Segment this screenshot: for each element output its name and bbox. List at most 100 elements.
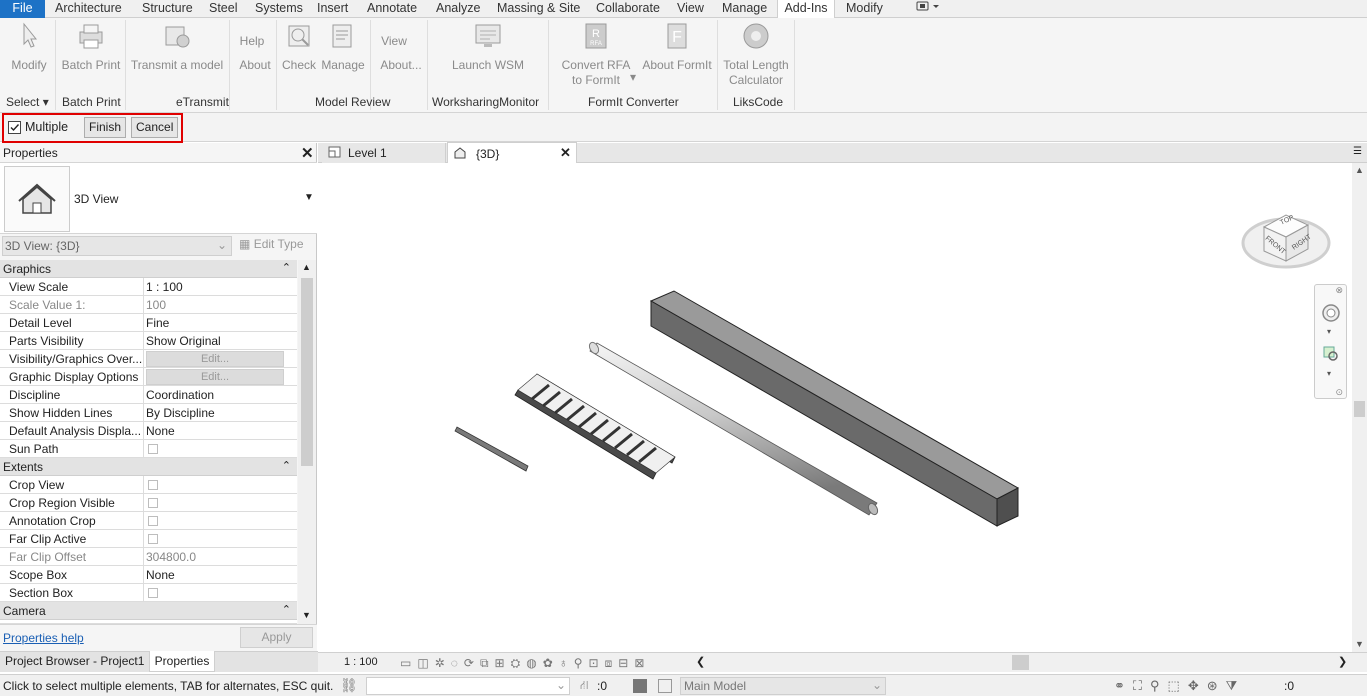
- properties-tab[interactable]: Properties: [149, 651, 215, 672]
- background-process-icon[interactable]: ⊛: [1207, 678, 1218, 694]
- menu-collaborate[interactable]: Collaborate: [592, 0, 664, 18]
- crop-region-checkbox[interactable]: [148, 498, 158, 508]
- prop-detail-level[interactable]: Detail Level Fine: [0, 314, 297, 332]
- section-box-checkbox[interactable]: [148, 588, 158, 598]
- reveal-constraints-icon[interactable]: ⊟: [618, 656, 628, 671]
- prop-sun-path[interactable]: Sun Path: [0, 440, 297, 458]
- select-by-face-icon[interactable]: ⬚: [1168, 678, 1180, 694]
- menu-analyze[interactable]: Analyze: [432, 0, 484, 18]
- instance-selector[interactable]: 3D View: {3D} ⌄: [2, 236, 232, 256]
- camera-category[interactable]: Camera ⌃: [0, 602, 297, 620]
- vscroll-thumb[interactable]: [1354, 401, 1365, 417]
- select-underlay-icon[interactable]: ⛶: [1133, 678, 1142, 694]
- steering-wheel-icon[interactable]: [1321, 303, 1341, 326]
- editable-only-icon[interactable]: ⛙: [580, 678, 588, 694]
- annotation-crop-checkbox[interactable]: [148, 516, 158, 526]
- menu-steel[interactable]: Steel: [205, 0, 242, 18]
- apply-button[interactable]: Apply: [240, 627, 313, 648]
- prop-crop-view[interactable]: Crop View: [0, 476, 297, 494]
- 3d-viewport[interactable]: TOP FRONT RIGHT ⊗ ▾ ▾ ⊙: [318, 163, 1352, 652]
- menu-manage[interactable]: Manage: [718, 0, 771, 18]
- workset-selector[interactable]: ⌄: [366, 677, 570, 695]
- select-pinned-icon[interactable]: ⚲: [1150, 678, 1160, 694]
- nav-options-icon[interactable]: ⊙: [1335, 387, 1343, 398]
- prop-discipline[interactable]: Discipline Coordination: [0, 386, 297, 404]
- analysis-display-icon[interactable]: ♁: [559, 656, 568, 671]
- temporary-hide-icon[interactable]: ◍: [526, 656, 536, 671]
- far-clip-checkbox[interactable]: [148, 534, 158, 544]
- type-dropdown-icon[interactable]: ▼: [304, 192, 314, 203]
- filter-icon[interactable]: ⧩: [1226, 678, 1238, 694]
- view-scale[interactable]: 1 : 100: [344, 656, 378, 668]
- prop-annotation-crop[interactable]: Annotation Crop: [0, 512, 297, 530]
- transmit-model-button[interactable]: Transmit a model: [128, 22, 226, 73]
- visual-style-icon[interactable]: ◫: [417, 656, 428, 671]
- crop-view-checkbox[interactable]: [148, 480, 158, 490]
- prop-graphic-display[interactable]: Graphic Display Options Edit...: [0, 368, 297, 386]
- conduit[interactable]: [454, 426, 529, 472]
- exclude-options-icon[interactable]: [658, 679, 672, 693]
- gdo-edit-button[interactable]: Edit...: [146, 369, 284, 385]
- menu-add-ins[interactable]: Add-Ins: [777, 0, 835, 19]
- edit-type-button[interactable]: ▦ Edit Type: [239, 237, 304, 251]
- drag-elements-icon[interactable]: ✥: [1188, 678, 1199, 694]
- sun-path-icon[interactable]: ✲: [435, 656, 445, 671]
- tab-3d[interactable]: {3D} ✕: [447, 142, 577, 163]
- prop-visibility-graphics[interactable]: Visibility/Graphics Over... Edit...: [0, 350, 297, 368]
- crop-region-icon[interactable]: ⊞: [495, 656, 505, 671]
- hscroll-right-icon[interactable]: ❯: [1338, 655, 1347, 668]
- worksharing-display-icon[interactable]: ⊡: [589, 656, 599, 671]
- design-options-icon[interactable]: [633, 679, 647, 693]
- prop-parts-visibility[interactable]: Parts Visibility Show Original: [0, 332, 297, 350]
- close-icon[interactable]: ✕: [301, 144, 314, 162]
- show-analytical-icon[interactable]: ⊠: [634, 656, 644, 671]
- launch-wsm-button[interactable]: Launch WSM: [450, 22, 526, 73]
- nav-close-icon[interactable]: ⊗: [1335, 285, 1343, 296]
- hscroll-thumb[interactable]: [1012, 655, 1029, 670]
- properties-scrollbar[interactable]: ▲ ▼: [298, 260, 316, 624]
- manage-button[interactable]: Manage: [320, 22, 366, 73]
- tab-menu-icon[interactable]: ☰: [1353, 146, 1362, 157]
- scroll-down-icon[interactable]: ▼: [302, 610, 311, 620]
- temporary-view-properties-icon[interactable]: ⧈: [605, 656, 613, 671]
- view-button[interactable]: View: [378, 34, 410, 49]
- lock-3d-icon[interactable]: ⛭: [511, 656, 521, 671]
- scroll-up-icon[interactable]: ▲: [302, 262, 311, 272]
- menu-annotate[interactable]: Annotate: [363, 0, 421, 18]
- prop-show-hidden-lines[interactable]: Show Hidden Lines By Discipline: [0, 404, 297, 422]
- about2-button[interactable]: About...: [377, 58, 425, 73]
- menu-architecture[interactable]: Architecture: [51, 0, 126, 18]
- prop-section-box[interactable]: Section Box: [0, 584, 297, 602]
- help-button[interactable]: Help: [236, 34, 268, 49]
- about-formit-button[interactable]: F About FormIt: [640, 22, 714, 73]
- vscroll-down-icon[interactable]: ▼: [1355, 639, 1364, 649]
- prop-far-clip-active[interactable]: Far Clip Active: [0, 530, 297, 548]
- prop-default-analysis[interactable]: Default Analysis Displa... None: [0, 422, 297, 440]
- crop-view-icon[interactable]: ⧉: [480, 656, 489, 671]
- extents-category[interactable]: Extents ⌃: [0, 458, 297, 476]
- batch-print-button[interactable]: Batch Print: [60, 22, 122, 73]
- convert-rfa-dropdown-icon[interactable]: ▾: [630, 70, 636, 85]
- graphics-category[interactable]: Graphics ⌃: [0, 260, 297, 278]
- scroll-thumb[interactable]: [301, 278, 313, 466]
- sun-path-checkbox[interactable]: [148, 444, 158, 454]
- menu-file[interactable]: File: [0, 0, 45, 18]
- select-group-label[interactable]: Select ▾: [6, 95, 49, 109]
- menu-modify[interactable]: Modify: [842, 0, 887, 18]
- shadows-icon[interactable]: ◌: [451, 656, 458, 671]
- viewport-vertical-scrollbar[interactable]: ▲ ▼: [1352, 163, 1367, 652]
- type-selector[interactable]: 3D View ▼: [0, 162, 317, 234]
- design-option-selector[interactable]: Main Model ⌄: [680, 677, 886, 695]
- total-length-button[interactable]: Total Length Calculator: [722, 22, 790, 88]
- menu-massing-site[interactable]: Massing & Site: [493, 0, 584, 18]
- convert-rfa-button[interactable]: R RFA Convert RFA to FormIt: [560, 22, 632, 88]
- select-links-icon[interactable]: ⚭: [1114, 678, 1125, 694]
- menu-view[interactable]: View: [673, 0, 708, 18]
- worksets-icon[interactable]: ⛓: [340, 677, 358, 694]
- reveal-hidden-icon[interactable]: ✿: [543, 656, 553, 671]
- menu-systems[interactable]: Systems: [251, 0, 307, 18]
- menu-insert[interactable]: Insert: [313, 0, 352, 18]
- properties-help-link[interactable]: Properties help: [3, 631, 84, 645]
- zoom-dropdown-icon[interactable]: ▾: [1327, 369, 1331, 378]
- close-tab-icon[interactable]: ✕: [560, 145, 571, 161]
